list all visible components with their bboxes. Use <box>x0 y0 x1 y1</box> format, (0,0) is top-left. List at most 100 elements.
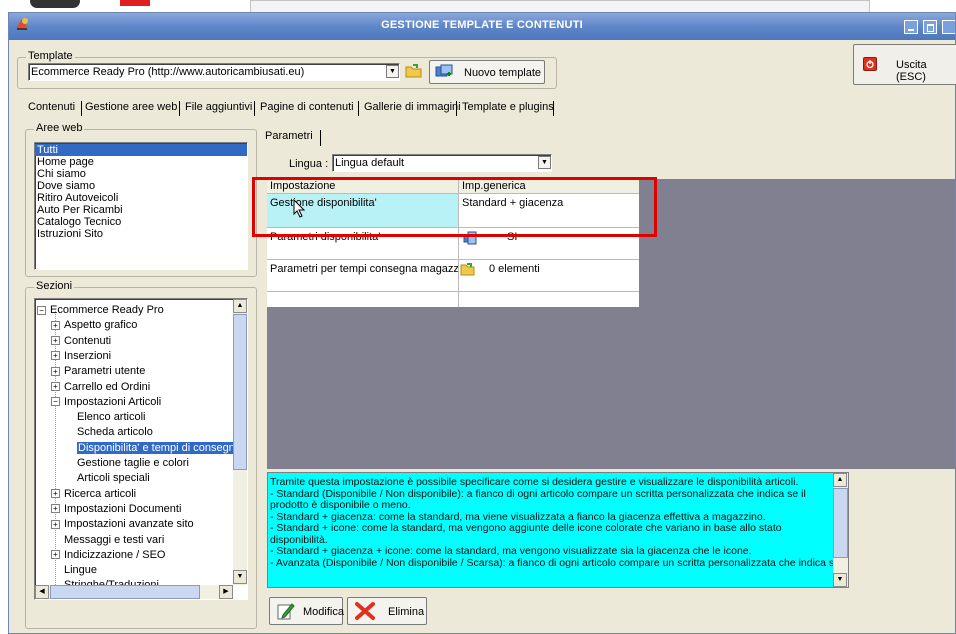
expand-icon[interactable]: + <box>51 504 60 514</box>
tree-item[interactable]: Elenco articoli <box>77 410 145 425</box>
list-item[interactable]: Chi siamo <box>35 168 247 180</box>
scroll-down-icon[interactable]: ▼ <box>833 573 847 587</box>
description-line: - Standard + giacenza + icone: come la s… <box>270 545 752 557</box>
tree-item[interactable]: − Ecommerce Ready Pro <box>37 303 164 318</box>
tree-item[interactable]: + Carrello ed Ordini <box>51 380 150 395</box>
tab-contenuti[interactable]: Contenuti <box>25 99 78 115</box>
tree-item-label: Impostazioni avanzate sito <box>64 518 194 531</box>
expand-icon[interactable]: + <box>51 366 60 376</box>
list-item[interactable]: Istruzioni Sito <box>35 228 247 240</box>
collapse-icon[interactable]: − <box>51 397 60 407</box>
list-item[interactable]: Auto Per Ricambi <box>35 204 247 216</box>
dropdown-arrow-icon[interactable]: ▼ <box>538 156 551 169</box>
main-window: GESTIONE TEMPLATE E CONTENUTI Template E… <box>8 12 956 634</box>
aree-web-group: Aree web Tutti Home page Chi siamo Dove … <box>25 122 257 277</box>
list-item[interactable]: Dove siamo <box>35 180 247 192</box>
modifica-label: Modifica <box>303 606 344 618</box>
tree-item[interactable]: Stringhe/Traduzioni <box>51 578 159 585</box>
expand-icon[interactable]: + <box>51 351 60 361</box>
folder-icon[interactable] <box>404 61 424 81</box>
expand-icon[interactable]: + <box>51 489 60 499</box>
list-item[interactable]: Tutti <box>35 144 247 156</box>
expand-icon[interactable]: + <box>51 519 60 529</box>
description-text: Tramite questa impostazione è possibile … <box>270 476 840 569</box>
tab-file-aggiuntivi[interactable]: File aggiuntivi <box>182 99 255 115</box>
tree-item[interactable]: + Ricerca articoli <box>51 487 136 502</box>
tree-item[interactable]: Gestione taglie e colori <box>77 456 189 471</box>
tree-item[interactable]: + Inserzioni <box>51 349 111 364</box>
scroll-up-icon[interactable]: ▲ <box>233 299 247 313</box>
tab-gestione-aree-web[interactable]: Gestione aree web <box>82 99 180 115</box>
scroll-left-icon[interactable]: ◀ <box>35 585 49 599</box>
exit-button[interactable]: Uscita (ESC) <box>853 44 956 85</box>
tab-pagine-di-contenuti[interactable]: Pagine di contenuti <box>257 99 357 115</box>
modifica-button[interactable]: Modifica <box>269 597 344 625</box>
tree-item[interactable]: Lingue <box>51 563 97 578</box>
tree-item-label: Impostazioni Documenti <box>64 502 182 515</box>
lingua-label: Lingua : <box>289 158 329 170</box>
power-icon <box>863 57 877 71</box>
scroll-up-icon[interactable]: ▲ <box>833 473 847 487</box>
lingua-select[interactable]: Lingua default ▼ <box>332 154 552 172</box>
tree-item-label: Disponibilita' e tempi di consegna <box>77 441 233 454</box>
aree-web-list[interactable]: Tutti Home page Chi siamo Dove siamo Rit… <box>34 142 248 270</box>
tree-item-label: Gestione taglie e colori <box>77 457 189 469</box>
scroll-thumb[interactable] <box>833 488 848 558</box>
tree-item[interactable]: Disponibilita' e tempi di consegna <box>77 441 233 456</box>
grid-cell-name[interactable]: Parametri per tempi consegna magazzini <box>267 260 459 292</box>
tree-item[interactable]: Scheda articolo <box>77 425 153 440</box>
hscroll-thumb[interactable] <box>50 585 200 599</box>
close-button[interactable] <box>942 20 955 34</box>
scroll-right-icon[interactable]: ▶ <box>219 585 233 599</box>
tree-item[interactable]: + Indicizzazione / SEO <box>51 548 166 563</box>
tree-item[interactable]: + Impostazioni avanzate sito <box>51 517 194 532</box>
grid-value-text: 0 elementi <box>489 263 540 275</box>
list-item[interactable]: Home page <box>35 156 247 168</box>
tree-item-label: Messaggi e testi vari <box>64 533 165 546</box>
tree-item-label: Articoli speciali <box>77 472 150 485</box>
tab-template-e-plugins[interactable]: Template e plugins <box>459 99 557 115</box>
scroll-down-icon[interactable]: ▼ <box>233 570 247 584</box>
list-item[interactable]: Catalogo Tecnico <box>35 216 247 228</box>
scroll-thumb[interactable] <box>233 314 247 470</box>
tree-item[interactable]: Messaggi e testi vari <box>51 533 164 548</box>
sezioni-group: Sezioni − Ecommerce Ready Pro + Aspetto gra… <box>25 280 257 629</box>
tree-item[interactable]: + Aspetto grafico <box>51 318 137 333</box>
expand-icon[interactable]: + <box>51 336 60 346</box>
maximize-button[interactable] <box>923 20 937 34</box>
title-bar[interactable]: GESTIONE TEMPLATE E CONTENUTI <box>9 13 955 40</box>
expand-icon[interactable]: + <box>51 382 60 392</box>
elimina-button[interactable]: Elimina <box>347 597 427 625</box>
minimize-button[interactable] <box>904 20 918 34</box>
tree-item[interactable]: + Impostazioni Documenti <box>51 502 181 517</box>
description-line: - Standard + icone: come la standard, ma… <box>270 522 782 534</box>
tree-item[interactable]: + Parametri utente <box>51 364 145 379</box>
tab-gallerie-di-immagini[interactable]: Gallerie di immagini <box>361 99 464 115</box>
description-box: Tramite questa impostazione è possibile … <box>267 472 849 588</box>
lingua-select-value: Lingua default <box>335 157 405 169</box>
tree-item-label: Elenco articoli <box>77 411 146 424</box>
expand-icon[interactable]: + <box>51 550 60 560</box>
folder-icon <box>460 261 476 277</box>
template-select[interactable]: Ecommerce Ready Pro (http://www.autorica… <box>28 63 400 81</box>
tree-item[interactable]: − Impostazioni Articoli <box>51 395 161 410</box>
tree-item-label: Inserzioni <box>64 349 112 362</box>
elimina-label: Elimina <box>388 606 425 618</box>
tree-item-label: Indicizzazione / SEO <box>64 548 166 561</box>
description-line: Tramite questa impostazione è possibile … <box>270 476 799 488</box>
tree-item[interactable]: Articoli speciali <box>77 471 150 486</box>
tree-item-label: Aspetto grafico <box>64 319 138 332</box>
tree-item[interactable]: + Contenuti <box>51 334 111 349</box>
tree-hscrollbar[interactable]: ◀ ▶ <box>35 585 233 599</box>
new-template-button[interactable]: Nuovo template <box>429 60 545 84</box>
list-item[interactable]: Ritiro Autoveicoli <box>35 192 247 204</box>
description-vscrollbar[interactable]: ▲ ▼ <box>833 473 848 587</box>
parametri-tab[interactable]: Parametri <box>265 130 313 142</box>
expand-icon[interactable]: + <box>51 320 60 330</box>
collapse-icon[interactable]: − <box>37 305 46 315</box>
tree-item-label: Impostazioni Articoli <box>64 395 162 408</box>
grid-cell-value[interactable]: 0 elementi <box>459 260 639 292</box>
sezioni-tree[interactable]: − Ecommerce Ready Pro + Aspetto grafico + Con… <box>34 298 248 600</box>
tree-vscrollbar[interactable]: ▲ ▼ <box>233 299 247 585</box>
dropdown-arrow-icon[interactable]: ▼ <box>386 65 399 78</box>
